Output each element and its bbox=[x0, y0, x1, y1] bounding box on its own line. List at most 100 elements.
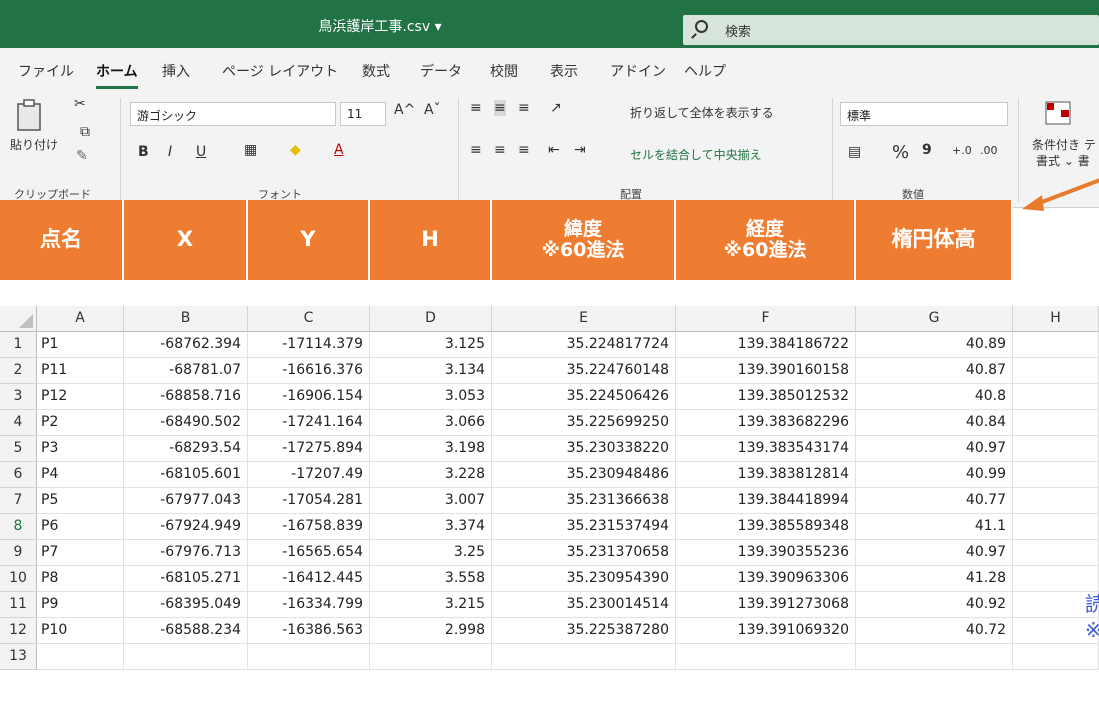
cell[interactable]: P1 bbox=[37, 332, 124, 358]
cell[interactable]: 3.066 bbox=[370, 410, 492, 436]
font-grow-button[interactable]: A^ bbox=[394, 102, 415, 118]
cell[interactable]: P3 bbox=[37, 436, 124, 462]
tab-file[interactable]: ファイル bbox=[18, 61, 74, 81]
cell[interactable]: -67977.043 bbox=[124, 488, 248, 514]
cell[interactable]: -16565.654 bbox=[248, 540, 370, 566]
cell[interactable]: P10 bbox=[37, 618, 124, 644]
cell[interactable]: 35.230954390 bbox=[492, 566, 676, 592]
cell[interactable]: -68395.049 bbox=[124, 592, 248, 618]
column-header-b[interactable]: B bbox=[124, 306, 248, 332]
conditional-format-label[interactable]: 条件付き テ bbox=[1032, 136, 1096, 153]
tab-view[interactable]: 表示 bbox=[550, 61, 578, 81]
orientation-icon[interactable]: ↗ bbox=[550, 100, 562, 116]
font-shrink-button[interactable]: Aˇ bbox=[424, 102, 441, 118]
align-top-icon[interactable]: ≡ bbox=[470, 100, 482, 116]
cell[interactable]: 41.28 bbox=[856, 566, 1013, 592]
cell[interactable]: P5 bbox=[37, 488, 124, 514]
cell[interactable]: 3.374 bbox=[370, 514, 492, 540]
row-header[interactable]: 9 bbox=[0, 540, 37, 566]
cell[interactable] bbox=[1013, 436, 1099, 462]
cell[interactable]: -16758.839 bbox=[248, 514, 370, 540]
row-header[interactable]: 13 bbox=[0, 644, 37, 670]
cell[interactable]: -68588.234 bbox=[124, 618, 248, 644]
tab-review[interactable]: 校閲 bbox=[490, 61, 518, 81]
cell[interactable]: -17114.379 bbox=[248, 332, 370, 358]
cell[interactable]: 40.8 bbox=[856, 384, 1013, 410]
increase-decimal-icon[interactable]: +.0 bbox=[952, 144, 972, 157]
row-header[interactable]: 7 bbox=[0, 488, 37, 514]
cell[interactable] bbox=[1013, 540, 1099, 566]
row-header[interactable]: 3 bbox=[0, 384, 37, 410]
cell[interactable]: -16616.376 bbox=[248, 358, 370, 384]
cell[interactable] bbox=[676, 644, 856, 670]
cell[interactable]: 139.384186722 bbox=[676, 332, 856, 358]
bold-button[interactable]: B bbox=[138, 144, 149, 160]
cell[interactable]: -16412.445 bbox=[248, 566, 370, 592]
column-header-f[interactable]: F bbox=[676, 306, 856, 332]
cell[interactable]: P7 bbox=[37, 540, 124, 566]
number-format-combo[interactable]: 標準 bbox=[840, 102, 1008, 126]
cell[interactable]: 40.84 bbox=[856, 410, 1013, 436]
align-bottom-icon[interactable]: ≡ bbox=[518, 100, 530, 116]
currency-icon[interactable]: ▤ bbox=[848, 144, 861, 160]
cell[interactable]: 3.053 bbox=[370, 384, 492, 410]
cell[interactable]: 139.383543174 bbox=[676, 436, 856, 462]
cell[interactable] bbox=[856, 644, 1013, 670]
cell[interactable]: -16906.154 bbox=[248, 384, 370, 410]
cell[interactable]: 35.231370658 bbox=[492, 540, 676, 566]
cell[interactable]: 139.385012532 bbox=[676, 384, 856, 410]
cell[interactable]: 3.198 bbox=[370, 436, 492, 462]
select-all-button[interactable] bbox=[0, 306, 37, 332]
column-header-e[interactable]: E bbox=[492, 306, 676, 332]
italic-button[interactable]: I bbox=[168, 144, 172, 160]
cell[interactable]: 40.89 bbox=[856, 332, 1013, 358]
tab-page-layout[interactable]: ページ レイアウト bbox=[222, 61, 338, 81]
cell[interactable] bbox=[370, 644, 492, 670]
wrap-text-button[interactable]: 折り返して全体を表示する bbox=[630, 104, 774, 121]
search-box[interactable]: 検索 bbox=[683, 15, 1099, 45]
row-header[interactable]: 2 bbox=[0, 358, 37, 384]
cell[interactable]: 3.228 bbox=[370, 462, 492, 488]
cell[interactable]: -17241.164 bbox=[248, 410, 370, 436]
cell[interactable]: 35.225387280 bbox=[492, 618, 676, 644]
tab-help[interactable]: ヘルプ bbox=[684, 61, 726, 81]
borders-icon[interactable]: ▦ bbox=[244, 142, 257, 158]
cell[interactable]: -16386.563 bbox=[248, 618, 370, 644]
cell[interactable] bbox=[124, 644, 248, 670]
cell[interactable]: 35.231537494 bbox=[492, 514, 676, 540]
cell[interactable]: 40.72 bbox=[856, 618, 1013, 644]
align-right-icon[interactable]: ≡ bbox=[518, 142, 530, 158]
cell[interactable]: 3.558 bbox=[370, 566, 492, 592]
cell[interactable]: -68293.54 bbox=[124, 436, 248, 462]
conditional-format-label-2[interactable]: 書式 ⌄ 書 bbox=[1036, 152, 1090, 169]
increase-indent-icon[interactable]: ⇥ bbox=[574, 142, 586, 158]
cell[interactable]: -17275.894 bbox=[248, 436, 370, 462]
cell[interactable] bbox=[1013, 462, 1099, 488]
cell[interactable]: -67976.713 bbox=[124, 540, 248, 566]
cell[interactable] bbox=[1013, 644, 1099, 670]
cell[interactable]: 139.385589348 bbox=[676, 514, 856, 540]
font-name-combo[interactable]: 游ゴシック bbox=[130, 102, 336, 126]
cell[interactable] bbox=[1013, 410, 1099, 436]
cell[interactable]: 139.383812814 bbox=[676, 462, 856, 488]
workbook-title[interactable]: 鳥浜護岸工事.csv ▾ bbox=[0, 16, 760, 36]
cell[interactable]: 35.224760148 bbox=[492, 358, 676, 384]
format-painter-icon[interactable]: ✎ bbox=[76, 148, 88, 164]
cell[interactable]: -16334.799 bbox=[248, 592, 370, 618]
tab-home[interactable]: ホーム bbox=[96, 61, 138, 89]
cell[interactable]: 3.134 bbox=[370, 358, 492, 384]
fill-color-icon[interactable]: ◆ bbox=[290, 142, 301, 158]
row-header[interactable]: 6 bbox=[0, 462, 37, 488]
cell[interactable] bbox=[492, 644, 676, 670]
cell[interactable]: 139.384418994 bbox=[676, 488, 856, 514]
cell[interactable]: 41.1 bbox=[856, 514, 1013, 540]
tab-insert[interactable]: 挿入 bbox=[162, 61, 190, 81]
cell[interactable] bbox=[248, 644, 370, 670]
cell[interactable]: 35.231366638 bbox=[492, 488, 676, 514]
cell[interactable]: 3.125 bbox=[370, 332, 492, 358]
cell[interactable]: 139.391069320 bbox=[676, 618, 856, 644]
cell[interactable]: 40.97 bbox=[856, 436, 1013, 462]
font-color-icon[interactable]: A bbox=[334, 142, 344, 158]
cell[interactable]: P12 bbox=[37, 384, 124, 410]
cell[interactable] bbox=[1013, 332, 1099, 358]
